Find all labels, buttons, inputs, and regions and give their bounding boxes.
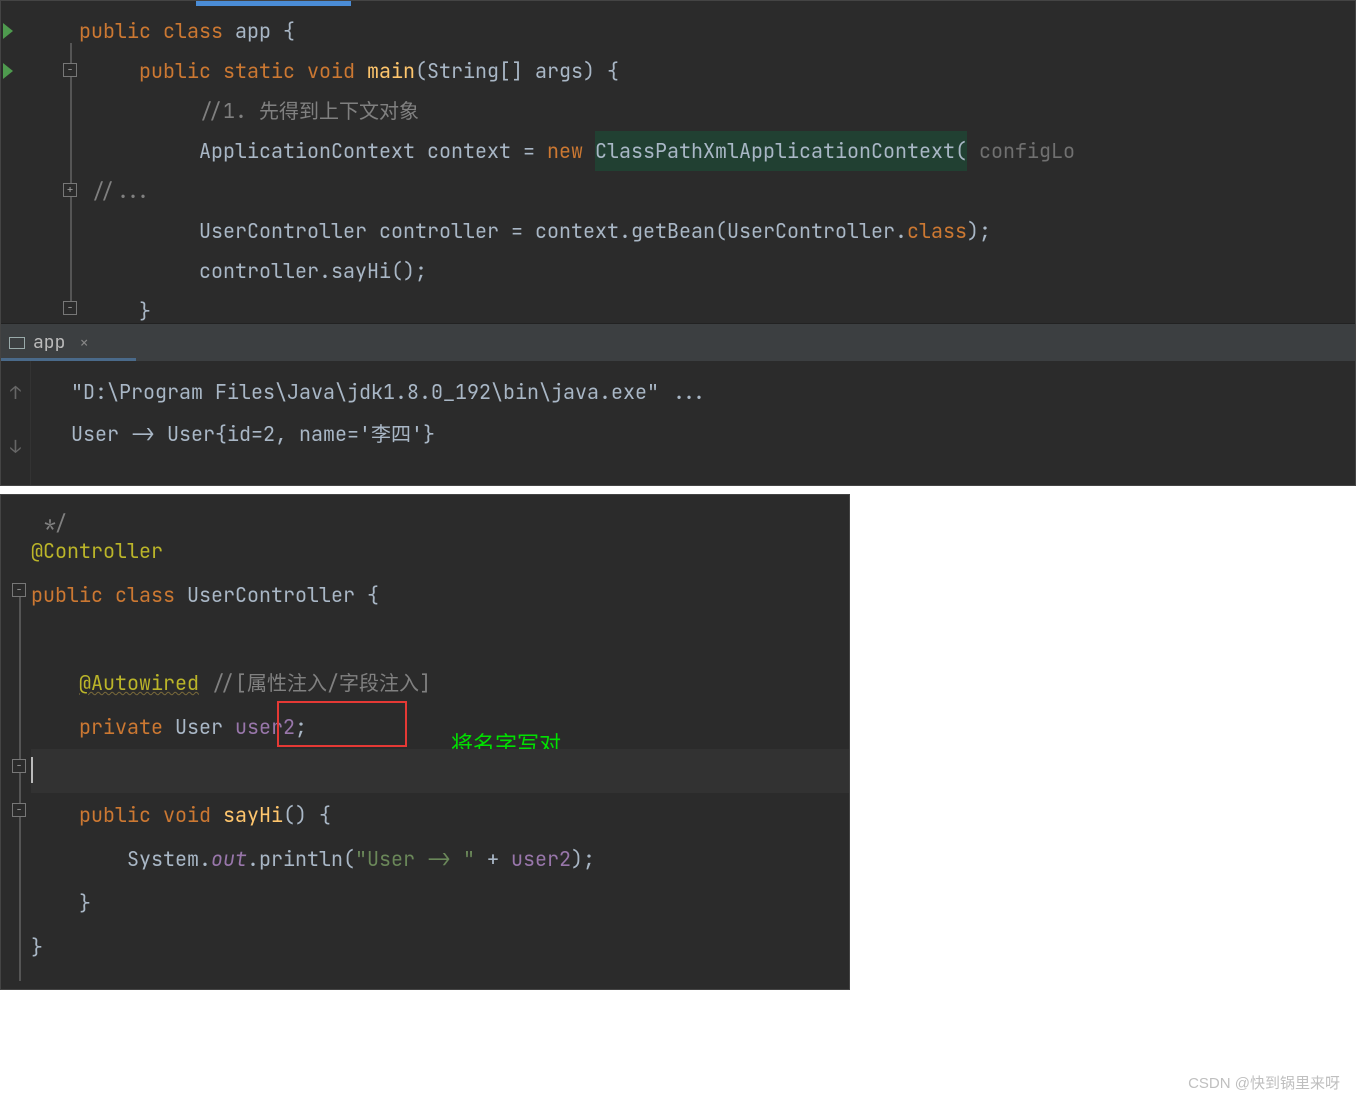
code-line[interactable]: } <box>31 925 849 969</box>
watermark: CSDN @快到锅里来呀 <box>1188 1072 1340 1097</box>
console-gutter: ↑ ↓ ≣ <box>1 361 31 485</box>
code-line[interactable]: //1. 先得到上下文对象 <box>79 91 1355 131</box>
code-line[interactable]: */ <box>31 501 849 529</box>
code-line[interactable]: ApplicationContext context = new ClassPa… <box>79 131 1355 171</box>
code-line[interactable]: public static void main(String[] args) { <box>79 51 1355 91</box>
code-line[interactable]: @Autowired //[属性注入/字段注入] <box>31 661 849 705</box>
code-line[interactable]: public class UserController { <box>31 573 849 617</box>
code-line[interactable]: public class app { <box>79 11 1355 51</box>
code-line[interactable]: private User user2; 将名字写对 <box>31 705 849 749</box>
code-editor[interactable]: − + − public class app { public static v… <box>1 1 1355 323</box>
fold-icon[interactable]: − <box>63 301 77 315</box>
console-output[interactable]: ↑ ↓ ≣ "D:\Program Files\Java\jdk1.8.0_19… <box>1 361 1355 485</box>
close-tab-icon[interactable]: × <box>79 332 89 353</box>
run-tab-label[interactable]: app <box>33 331 65 354</box>
fold-guide <box>70 43 72 313</box>
run-tab-icon <box>9 337 25 349</box>
text-caret <box>31 757 33 783</box>
code-line[interactable] <box>31 617 849 661</box>
console-line: "D:\Program Files\Java\jdk1.8.0_192\bin\… <box>71 371 1345 413</box>
code-line[interactable]: @Controller <box>31 529 849 573</box>
run-tab-bar: app × <box>1 323 1355 361</box>
fold-icon[interactable]: + <box>63 183 77 197</box>
code-line[interactable]: UserController controller = context.getB… <box>79 211 1355 251</box>
console-line: User -> User{id=2, name='李四'} <box>71 413 1345 455</box>
code-editor[interactable]: */ @Controller public class UserControll… <box>1 495 849 969</box>
code-line[interactable]: System.out.println("User -> " + user2); <box>31 837 849 881</box>
current-line-highlight <box>31 749 849 793</box>
code-line[interactable] <box>31 749 849 793</box>
editor-panel-bottom: − − − */ @Controller public class UserCo… <box>0 494 850 990</box>
modified-indicator <box>196 1 351 6</box>
run-gutter-icon[interactable] <box>3 63 13 79</box>
editor-panel-top: − + − public class app { public static v… <box>0 0 1356 486</box>
code-line[interactable]: //... <box>79 171 1355 211</box>
fold-icon[interactable]: − <box>63 63 77 77</box>
code-line[interactable]: controller.sayHi(); <box>79 251 1355 291</box>
run-gutter-icon[interactable] <box>3 23 13 39</box>
scroll-up-icon[interactable]: ↑ <box>1 373 30 415</box>
code-line[interactable]: public void sayHi() { <box>31 793 849 837</box>
scroll-down-icon[interactable]: ↓ <box>1 427 30 469</box>
code-line[interactable]: } <box>31 881 849 925</box>
